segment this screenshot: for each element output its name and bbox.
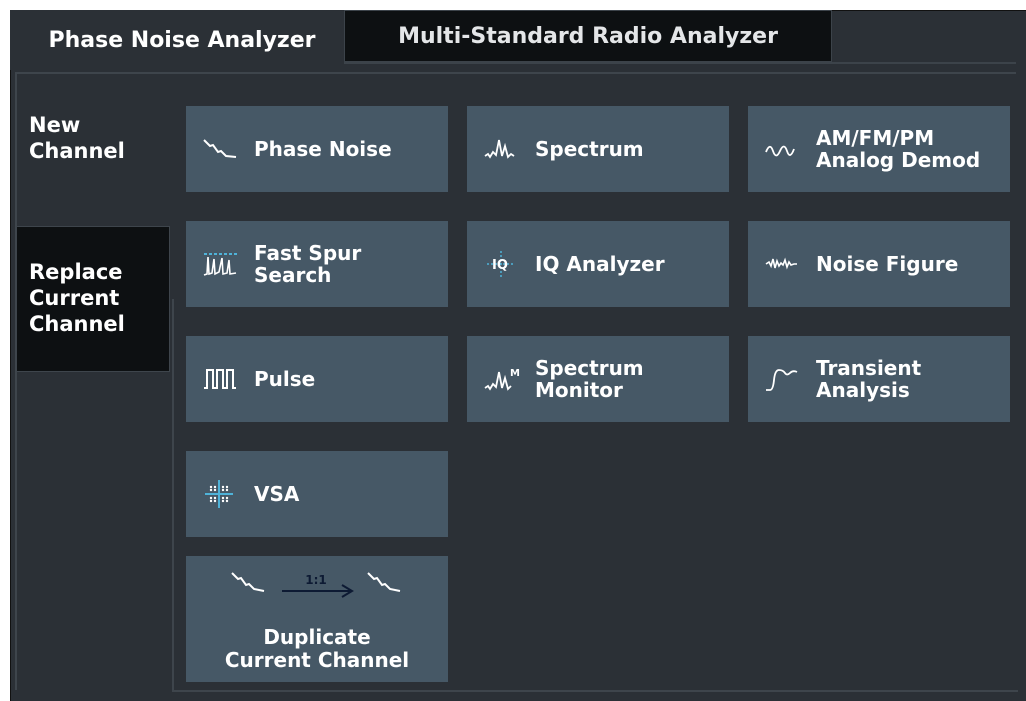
spectrum-monitor-icon: M <box>483 364 525 394</box>
side-tab-new-channel[interactable]: New Channel <box>17 112 170 164</box>
duplicate-label: Duplicate Current Channel <box>224 625 410 672</box>
phase-noise-icon <box>202 134 244 164</box>
svg-text:IQ: IQ <box>492 258 508 273</box>
app-label: Pulse <box>254 367 316 391</box>
app-tile-pulse[interactable]: Pulse <box>186 336 448 422</box>
app-label: Spectrum Monitor <box>535 356 644 402</box>
iq-analyzer-icon: IQ <box>483 249 525 279</box>
tab-multi-standard-radio-analyzer[interactable]: Multi-Standard Radio Analyzer <box>344 10 832 62</box>
app-label: Noise Figure <box>816 252 959 276</box>
app-label: AM/FM/PM Analog Demod <box>816 126 981 172</box>
panel-border-bottom <box>172 690 1018 692</box>
app-tile-iq-analyzer[interactable]: IQ IQ Analyzer <box>467 221 729 307</box>
fast-spur-search-icon <box>202 249 244 279</box>
app-label: Spectrum <box>535 137 644 161</box>
spectrum-icon <box>483 134 525 164</box>
app-label: Fast Spur Search <box>254 241 362 287</box>
app-label: Phase Noise <box>254 137 392 161</box>
vsa-icon <box>202 479 244 509</box>
app-tile-noise-figure[interactable]: Noise Figure <box>748 221 1010 307</box>
noise-figure-icon <box>764 249 806 279</box>
tab-phase-noise-analyzer[interactable]: Phase Noise Analyzer <box>10 10 354 70</box>
app-tile-spectrum[interactable]: Spectrum <box>467 106 729 192</box>
transient-analysis-icon <box>764 364 806 394</box>
app-tile-spectrum-monitor[interactable]: M Spectrum Monitor <box>467 336 729 422</box>
duplicate-channel-icon: 1:1 <box>231 572 401 598</box>
app-label: IQ Analyzer <box>535 252 665 276</box>
app-tile-analog-demod[interactable]: AM/FM/PM Analog Demod <box>748 106 1010 192</box>
tab-divider <box>344 62 1016 64</box>
analog-demod-icon <box>764 134 806 164</box>
app-label: VSA <box>254 482 300 506</box>
pulse-icon <box>202 364 244 394</box>
app-tile-transient-analysis[interactable]: Transient Analysis <box>748 336 1010 422</box>
duplicate-current-channel-button[interactable]: 1:1 Duplicate Current Channel <box>186 556 448 682</box>
ratio-label: 1:1 <box>305 573 327 587</box>
app-tile-fast-spur-search[interactable]: Fast Spur Search <box>186 221 448 307</box>
app-tile-phase-noise[interactable]: Phase Noise <box>186 106 448 192</box>
svg-text:M: M <box>510 368 520 379</box>
app-tile-vsa[interactable]: VSA <box>186 451 448 537</box>
app-label: Transient Analysis <box>816 356 922 402</box>
side-tab-replace-current-channel[interactable]: Replace Current Channel <box>17 226 170 372</box>
